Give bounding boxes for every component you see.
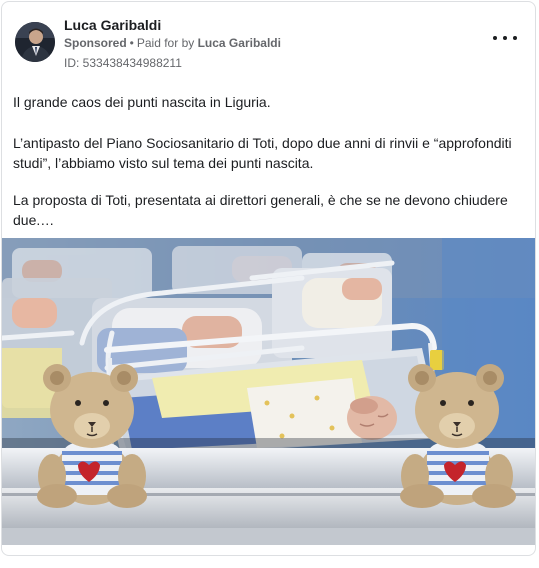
avatar-photo [15, 22, 55, 62]
sponsored-label[interactable]: Sponsored [64, 36, 127, 50]
post-paragraph: L’antipasto del Piano Sociosanitario di … [13, 135, 512, 171]
nursery-photo [2, 238, 535, 545]
more-dot [513, 36, 517, 40]
post-image[interactable] [2, 238, 535, 545]
ad-id: ID: 533438434988211 [64, 56, 182, 70]
ad-post-card: Luca Garibaldi Sponsored • Paid for by Luc… [1, 1, 536, 556]
paid-for-label: Paid for by [136, 36, 195, 50]
payer-name[interactable]: Luca Garibaldi [198, 36, 281, 50]
author-name[interactable]: Luca Garibaldi [64, 17, 161, 33]
post-header: Luca Garibaldi Sponsored • Paid for by Luc… [2, 2, 535, 72]
more-dot [503, 36, 507, 40]
sponsor-line: Sponsored • Paid for by Luca Garibaldi [64, 36, 281, 50]
post-paragraph: La proposta di Toti, presentata ai diret… [13, 192, 508, 228]
post-paragraph: Il grande caos dei punti nascita in Ligu… [13, 94, 271, 110]
more-dot [493, 36, 497, 40]
avatar[interactable] [15, 22, 55, 62]
more-options-icon[interactable] [493, 30, 517, 46]
separator-dot: • [129, 36, 134, 50]
